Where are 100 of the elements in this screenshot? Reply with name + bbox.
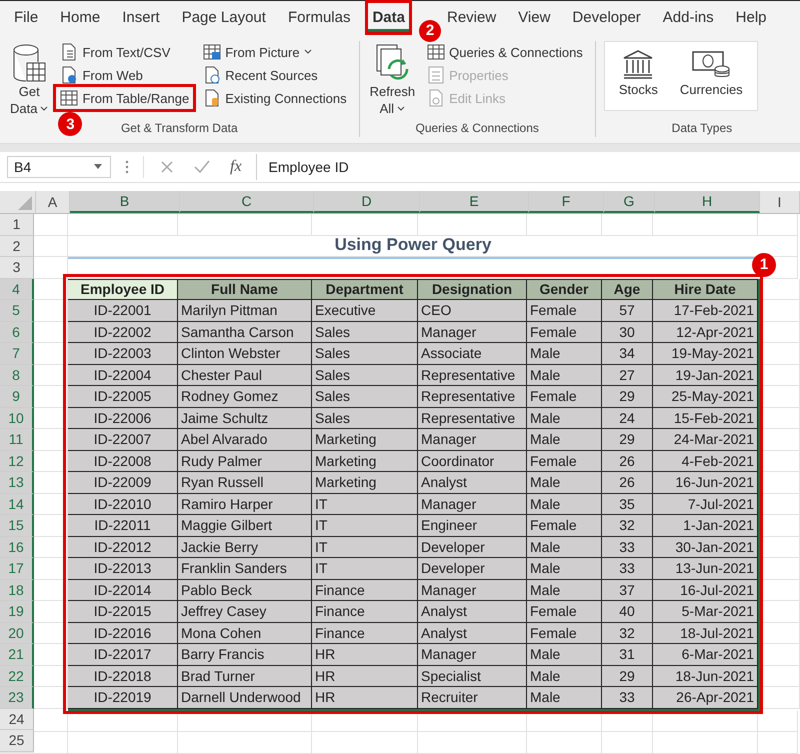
data-type-button[interactable]: Currencies [674,48,749,104]
ribbon-large-button[interactable]: Refresh All [368,41,418,121]
row-header[interactable]: 7 [0,343,34,364]
table-cell: Barry Francis [178,644,312,666]
row-header[interactable]: 4 [0,278,34,300]
ribbon-tab[interactable]: Formulas [284,2,354,32]
column-header[interactable]: G [604,191,655,213]
table-cell: 7-Jul-2021 [653,494,758,515]
table-cell: Samantha Carson [178,322,312,343]
step-number: 1 [752,252,776,276]
column-header[interactable]: B [70,191,180,213]
row-header[interactable]: 5 [0,300,34,322]
ribbon-button[interactable]: Existing Connections [199,87,351,109]
row-header[interactable]: 13 [0,472,34,494]
cancel-icon[interactable] [160,160,174,174]
row-header[interactable]: 11 [0,429,34,450]
insert-function-button[interactable]: fx [230,158,242,176]
ribbon-tab[interactable]: Data [368,2,409,32]
table-cell: 19-May-2021 [653,343,758,364]
sheet-title: Using Power Query [334,235,492,256]
row-header[interactable]: 8 [0,364,34,386]
row-header[interactable]: 6 [0,322,34,343]
table-cell: Representative [418,408,527,429]
table-cell: Sales [312,408,418,429]
ribbon-button[interactable]: From Web [56,64,147,86]
column-header[interactable]: F [529,191,604,213]
empty-cell [760,622,800,644]
ribbon-button[interactable]: Queries & Connections [423,41,587,63]
table-cell: 33 [602,536,653,558]
table-cell: Marketing [312,429,418,450]
ribbon-tab[interactable]: Insert [118,2,164,32]
table-cell: Jaime Schultz [178,408,312,429]
table-cell: ID-22015 [68,601,178,622]
row-header[interactable]: 18 [0,580,34,601]
row-header[interactable]: 25 [0,730,34,752]
row-header[interactable]: 12 [0,450,34,472]
corner-triangle-icon [18,196,32,210]
table-cell: ID-22005 [68,386,178,408]
check-icon[interactable] [194,160,210,174]
table-cell: HR [312,687,418,708]
table-cell: Pablo Beck [178,580,312,601]
table-cell: 29 [602,386,653,408]
table-cell: 30-Jan-2021 [653,536,758,558]
ribbon-tab[interactable]: File [10,2,42,32]
empty-cell [34,257,68,278]
ribbon-tab[interactable]: View [514,2,554,32]
table-cell: Analyst [418,622,527,644]
row-header[interactable]: 16 [0,536,34,558]
table-cell: 16-Jul-2021 [653,580,758,601]
ribbon-tab[interactable]: Page Layout [178,2,270,32]
ribbon-tab[interactable]: Home [56,2,104,32]
row-header[interactable]: 23 [0,687,34,708]
table-cell: 34 [602,343,653,364]
data-type-button[interactable]: Stocks [612,48,664,104]
table-cell: Marketing [312,472,418,494]
empty-cell [760,300,800,322]
column-header[interactable]: C [180,191,314,213]
table-cell: Finance [312,580,418,601]
table-cell: ID-22008 [68,450,178,472]
step-number: 2 [418,20,441,42]
ribbon-button[interactable]: From Picture [199,41,316,63]
row-header[interactable]: 20 [0,622,34,644]
ribbon-tab[interactable]: Review [442,2,500,32]
row-header[interactable]: 24 [0,708,34,730]
picture-table-icon [203,43,222,61]
table-cell: IT [312,536,418,558]
ribbon-tab[interactable]: Developer [568,2,645,32]
row-header[interactable]: 22 [0,666,34,687]
ribbon-tab[interactable]: Add-ins [658,2,718,32]
table-cell: Male [527,408,602,429]
ribbon-button[interactable]: From Table/Range [56,87,194,109]
column-header[interactable]: D [314,191,420,213]
formula-field[interactable]: Employee ID [256,154,800,180]
name-box[interactable]: B4 [7,156,111,178]
table-cell: 25-May-2021 [653,386,758,408]
row-header[interactable]: 2 [0,236,34,257]
ribbon-button[interactable]: Recent Sources [199,64,322,86]
table-cell: Male [527,666,602,687]
row-header[interactable]: 15 [0,515,34,536]
ribbon-large-button[interactable]: Get Data [8,41,50,121]
column-header[interactable]: I [760,191,800,213]
ribbon-tab[interactable]: Help [732,2,771,32]
table-cell: IT [312,515,418,536]
table-cell: ID-22018 [68,666,178,687]
row-header[interactable]: 1 [0,214,34,236]
column-header[interactable]: H [655,191,760,213]
row-header[interactable]: 14 [0,494,34,515]
ribbon-button[interactable]: From Text/CSV [56,41,174,63]
row-header[interactable]: 9 [0,386,34,408]
row-header[interactable]: 17 [0,558,34,580]
table-cell: Ramiro Harper [178,494,312,515]
row-header[interactable]: 21 [0,644,34,666]
table-cell: 12-Apr-2021 [653,322,758,343]
column-header[interactable]: E [420,191,529,213]
table-cell: Mona Cohen [178,622,312,644]
row-header[interactable]: 10 [0,408,34,429]
column-heading: Full Name [178,278,312,300]
row-header[interactable]: 19 [0,601,34,622]
table-cell: Coordinator [418,450,527,472]
table-cell: 24 [602,408,653,429]
